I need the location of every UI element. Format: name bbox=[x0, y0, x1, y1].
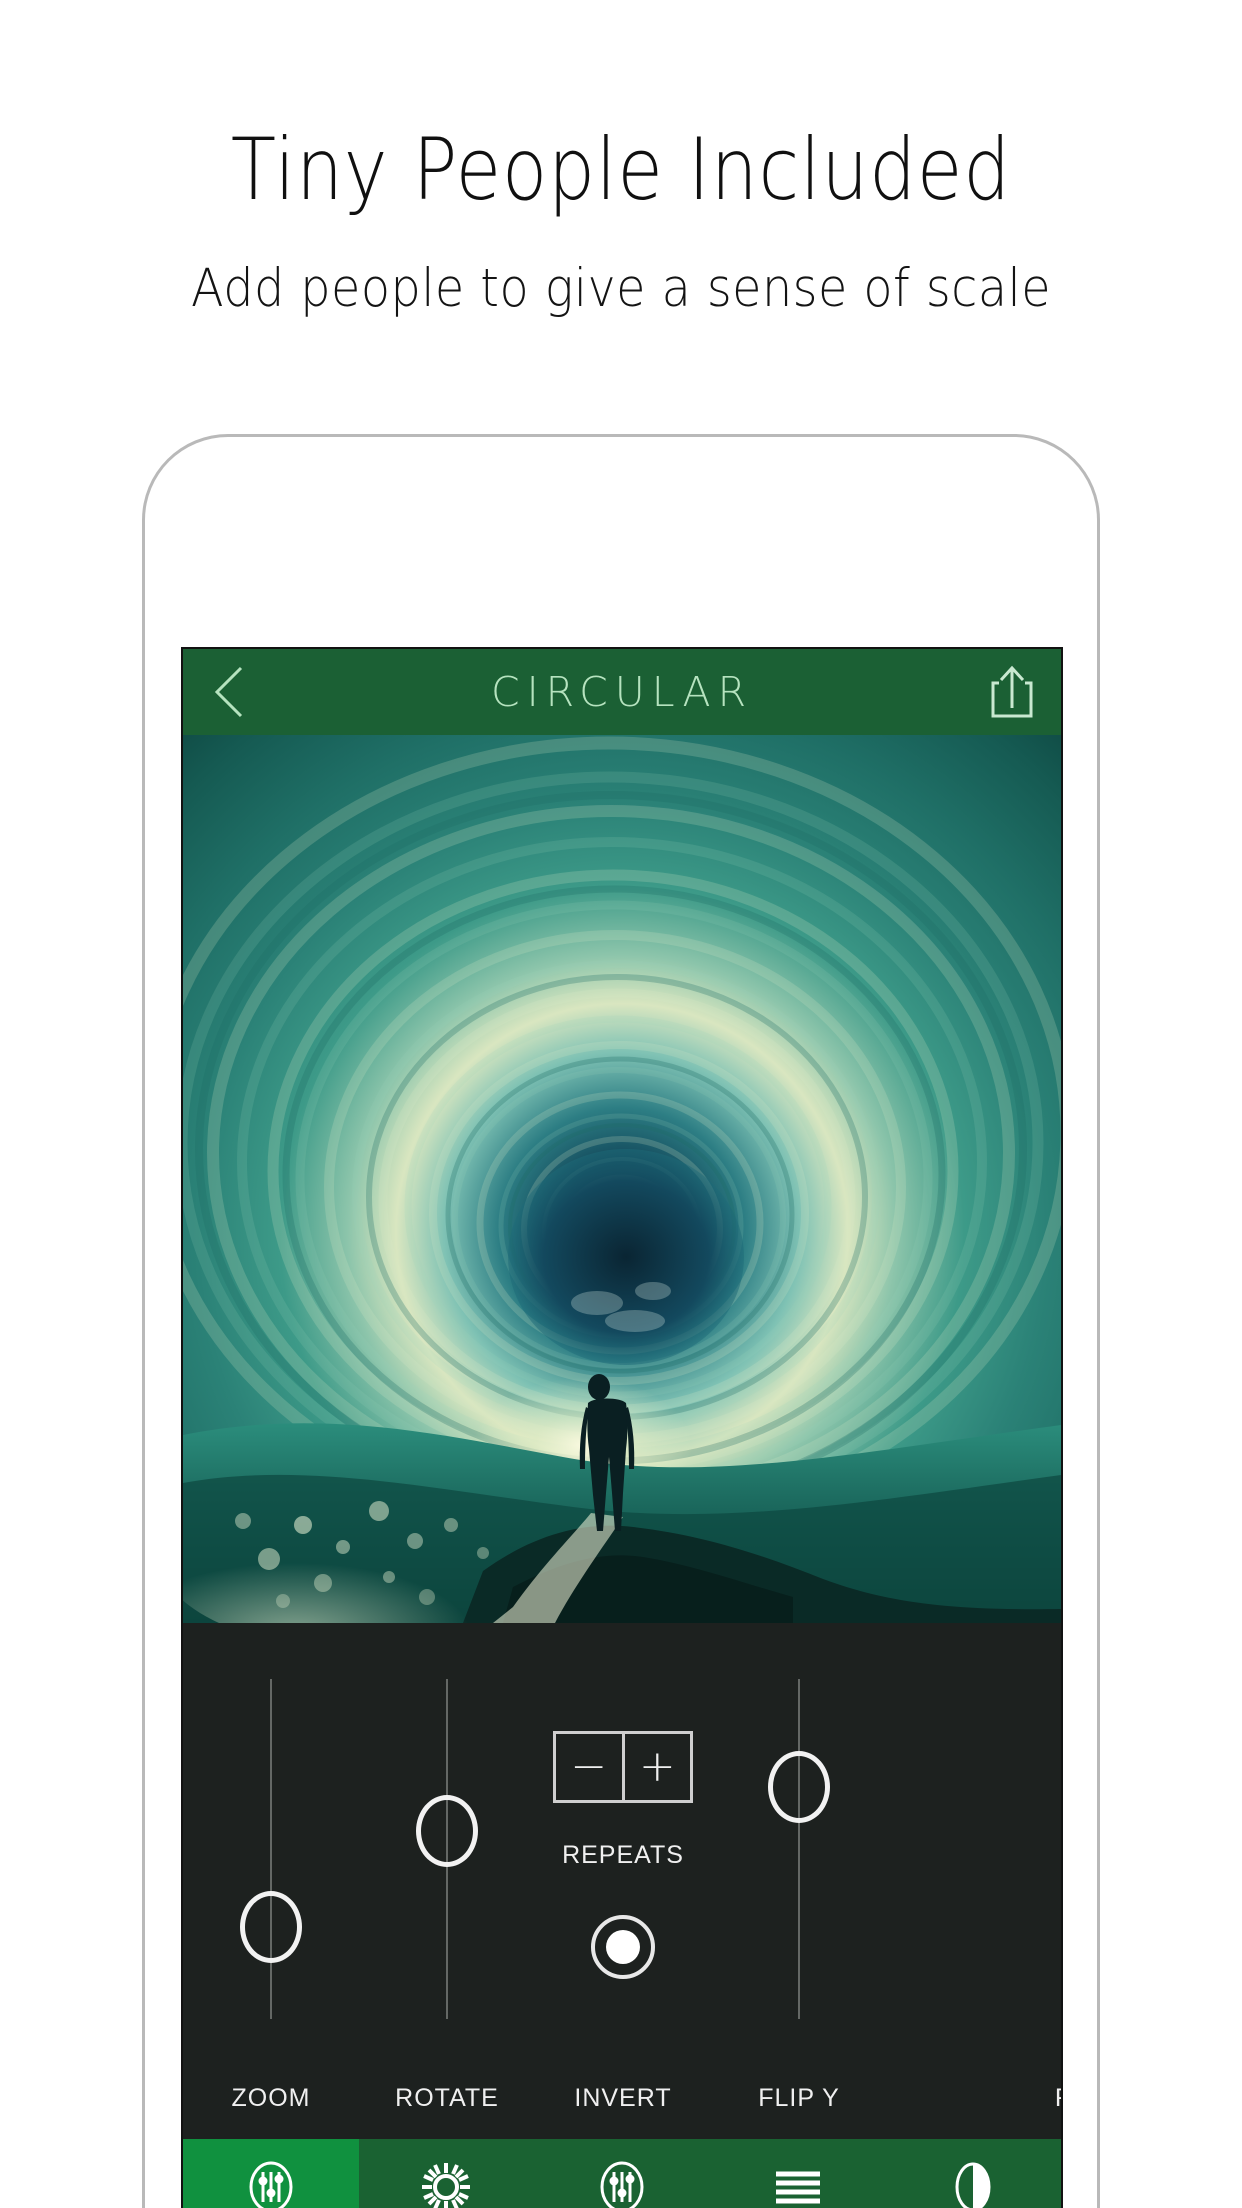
app-title: CIRCULAR bbox=[490, 668, 754, 716]
rotate-slider-knob[interactable] bbox=[416, 1795, 478, 1867]
repeats-stepper[interactable]: − + bbox=[553, 1731, 693, 1803]
sun-icon bbox=[418, 2159, 474, 2208]
invert-radio-dot bbox=[606, 1930, 640, 1964]
phone-mockup: CIRCULAR ZOOM ROTATE − + REPEATS INVERT … bbox=[142, 434, 1100, 2208]
page-subheadline: Add people to give a sense of scale bbox=[190, 258, 1052, 319]
repeats-increment-button[interactable]: + bbox=[625, 1734, 691, 1800]
tab-effect-edit[interactable]: EFFECT EDIT bbox=[534, 2139, 710, 2208]
control-label-zoom: ZOOM bbox=[231, 2084, 311, 2112]
invert-radio-button[interactable] bbox=[591, 1915, 655, 1979]
control-flip-x[interactable]: F bbox=[887, 1623, 1061, 2139]
control-flip-y[interactable]: FLIP Y bbox=[711, 1623, 887, 2139]
controls-panel: ZOOM ROTATE − + REPEATS INVERT FLIP Y bbox=[183, 1623, 1061, 2139]
flip-y-slider-knob[interactable] bbox=[768, 1751, 830, 1823]
half-circle-icon bbox=[945, 2159, 1001, 2208]
sliders-circle-icon bbox=[243, 2159, 299, 2208]
tab-layers[interactable]: LAYERS bbox=[710, 2139, 886, 2208]
zoom-slider-knob[interactable] bbox=[240, 1891, 302, 1963]
flip-y-slider-track[interactable] bbox=[798, 1679, 800, 2019]
control-label-flip-x: F bbox=[975, 2084, 1061, 2113]
app-screen: CIRCULAR ZOOM ROTATE − + REPEATS INVERT … bbox=[183, 649, 1061, 2208]
control-label-flip-y: FLIP Y bbox=[758, 2084, 840, 2112]
control-label-invert: INVERT bbox=[574, 2084, 672, 2112]
share-icon[interactable] bbox=[989, 664, 1035, 720]
bottom-tab-bar: IMAGE EDIT bbox=[183, 2139, 1061, 2208]
sliders-circle-icon bbox=[594, 2159, 650, 2208]
tab-effects[interactable]: EFFECTS bbox=[359, 2139, 535, 2208]
stacked-lines-icon bbox=[770, 2159, 826, 2208]
control-invert[interactable]: − + REPEATS INVERT bbox=[535, 1623, 711, 2139]
page-headline: Tiny People Included bbox=[230, 120, 1012, 220]
control-label-rotate: ROTATE bbox=[395, 2084, 499, 2112]
back-chevron-icon[interactable] bbox=[209, 665, 249, 719]
tab-filters[interactable]: FILTERS bbox=[885, 2139, 1061, 2208]
repeats-decrement-button[interactable]: − bbox=[556, 1734, 625, 1800]
control-rotate[interactable]: ROTATE bbox=[359, 1623, 535, 2139]
control-zoom[interactable]: ZOOM bbox=[183, 1623, 359, 2139]
photo-canvas[interactable] bbox=[183, 735, 1061, 1623]
zoom-slider-track[interactable] bbox=[270, 1679, 272, 2019]
app-header: CIRCULAR bbox=[183, 649, 1061, 735]
promo-screenshot: Tiny People Included Add people to give … bbox=[0, 0, 1242, 2208]
repeats-caption: REPEATS bbox=[562, 1841, 684, 1869]
tab-image-edit[interactable]: IMAGE EDIT bbox=[183, 2139, 359, 2208]
